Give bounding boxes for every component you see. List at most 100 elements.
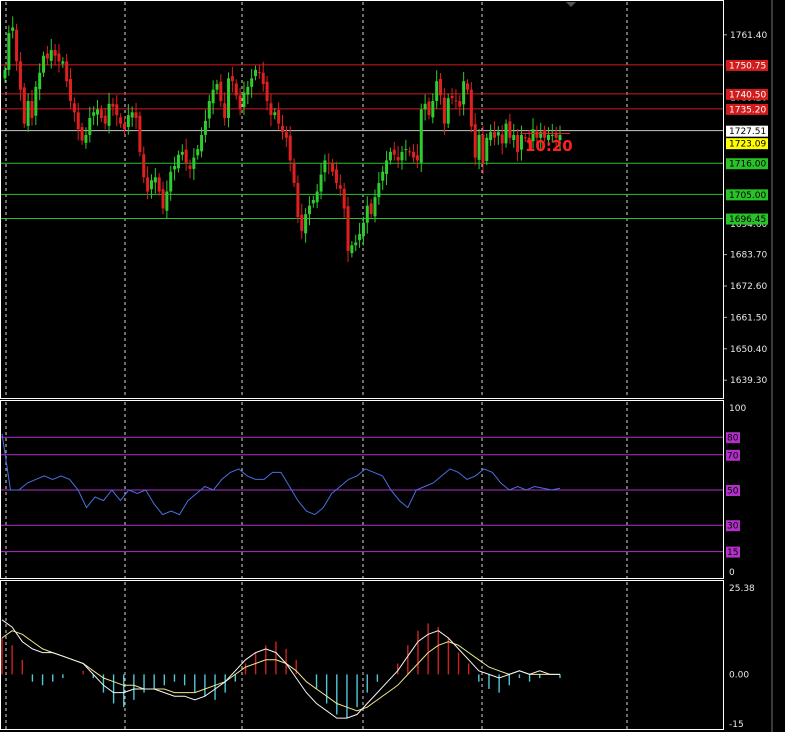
price-badge-label: 1750.75 <box>729 61 766 71</box>
candle-body <box>227 78 231 118</box>
candle-body <box>188 165 192 169</box>
rsi-tick-label: 100 <box>729 404 746 414</box>
price-tick-label: 1661.50 <box>730 313 767 323</box>
price-tick-label: 1683.70 <box>730 251 767 261</box>
candle-body <box>99 109 103 118</box>
candle-body <box>246 86 250 95</box>
candle-body <box>165 191 169 211</box>
candle-body <box>157 177 161 192</box>
candle-body <box>173 166 177 170</box>
candle-body <box>61 61 65 64</box>
candle-body <box>57 53 61 62</box>
candle-body <box>234 83 238 96</box>
price-badge-label: 1740.50 <box>729 90 766 100</box>
trading-chart[interactable]: 1761.40 1683.70 1672.60 1661.50 1650.40 1639.… <box>0 0 785 732</box>
candle-body <box>34 86 38 116</box>
candle-body <box>338 185 342 189</box>
candle-body <box>519 134 523 150</box>
candle-body <box>72 103 76 113</box>
candle-body <box>223 103 227 118</box>
candle-body <box>30 101 34 118</box>
candle-body <box>119 117 123 124</box>
price-tick-label: 1761.40 <box>730 31 767 41</box>
candle-body <box>385 160 389 174</box>
candle-body <box>469 89 473 127</box>
rsi-level-label: 15 <box>727 548 738 558</box>
candle-body <box>96 109 99 115</box>
candle-body <box>146 177 150 192</box>
candle-body <box>516 134 520 152</box>
candle-body <box>180 151 184 155</box>
candle-body <box>408 151 412 153</box>
bar-timer: 10:20 <box>525 137 573 155</box>
candle-body <box>15 29 19 62</box>
candle-body <box>381 171 385 181</box>
candle-body <box>207 101 211 119</box>
candle-body <box>11 27 15 31</box>
candle-body <box>153 177 157 183</box>
candle-body <box>331 163 335 172</box>
candle-body <box>130 112 134 118</box>
macd-tick-label: 25.38 <box>729 584 755 594</box>
candle-body <box>76 112 80 130</box>
candle-body <box>18 61 22 90</box>
candle-body <box>346 206 350 251</box>
candle-body <box>319 174 323 192</box>
candle-body <box>138 115 142 152</box>
price-badge-label: 1723.09 <box>729 140 766 150</box>
price-tick-label: 1639.30 <box>730 376 767 386</box>
candle-body <box>323 160 327 173</box>
candle-body <box>169 171 173 192</box>
candle-body <box>3 69 7 79</box>
candle-body <box>238 95 242 110</box>
candle-body <box>311 200 315 204</box>
candle-body <box>211 89 215 104</box>
candle-body <box>350 245 354 254</box>
candle-body <box>496 132 500 136</box>
candle-body <box>419 109 423 163</box>
candle-body <box>288 135 292 161</box>
rsi-tick-label: 0 <box>729 568 735 578</box>
candle-body <box>489 132 493 141</box>
candle-body <box>481 134 485 164</box>
candle-body <box>196 149 200 156</box>
candle-body <box>69 78 73 101</box>
candle-body <box>365 205 369 223</box>
candle-body <box>277 110 281 124</box>
candle-body <box>219 81 223 101</box>
candle-body <box>281 125 284 133</box>
rsi-level-label: 70 <box>727 451 739 461</box>
candle-body <box>111 103 115 107</box>
candle-body <box>126 115 130 128</box>
candle-body <box>176 154 180 169</box>
candle-body <box>342 188 346 209</box>
candle-body <box>49 50 53 61</box>
candle-body <box>26 101 30 126</box>
candle-body <box>388 151 392 161</box>
candle-body <box>45 53 49 59</box>
candle-body <box>369 203 373 215</box>
rsi-level-label: 50 <box>727 487 739 497</box>
candle-body <box>458 101 462 107</box>
candle-body <box>504 123 508 144</box>
price-badge-label: 1727.51 <box>729 127 766 137</box>
candle-body <box>250 78 254 87</box>
candle-body <box>450 95 454 99</box>
candle-body <box>230 76 234 82</box>
candle-body <box>88 117 92 135</box>
candle-body <box>257 72 261 74</box>
candle-body <box>454 100 458 102</box>
candle-body <box>215 84 219 90</box>
candle-body <box>65 61 69 82</box>
candle-body <box>427 101 431 116</box>
candle-body <box>42 55 46 73</box>
candle-body <box>462 81 466 105</box>
candle-body <box>512 134 516 141</box>
candle-body <box>292 162 296 184</box>
candle-body <box>38 72 42 90</box>
candle-body <box>550 134 554 136</box>
candle-body <box>184 149 188 164</box>
candle-body <box>435 81 439 101</box>
candle-body <box>107 103 111 126</box>
candle-body <box>492 132 496 138</box>
